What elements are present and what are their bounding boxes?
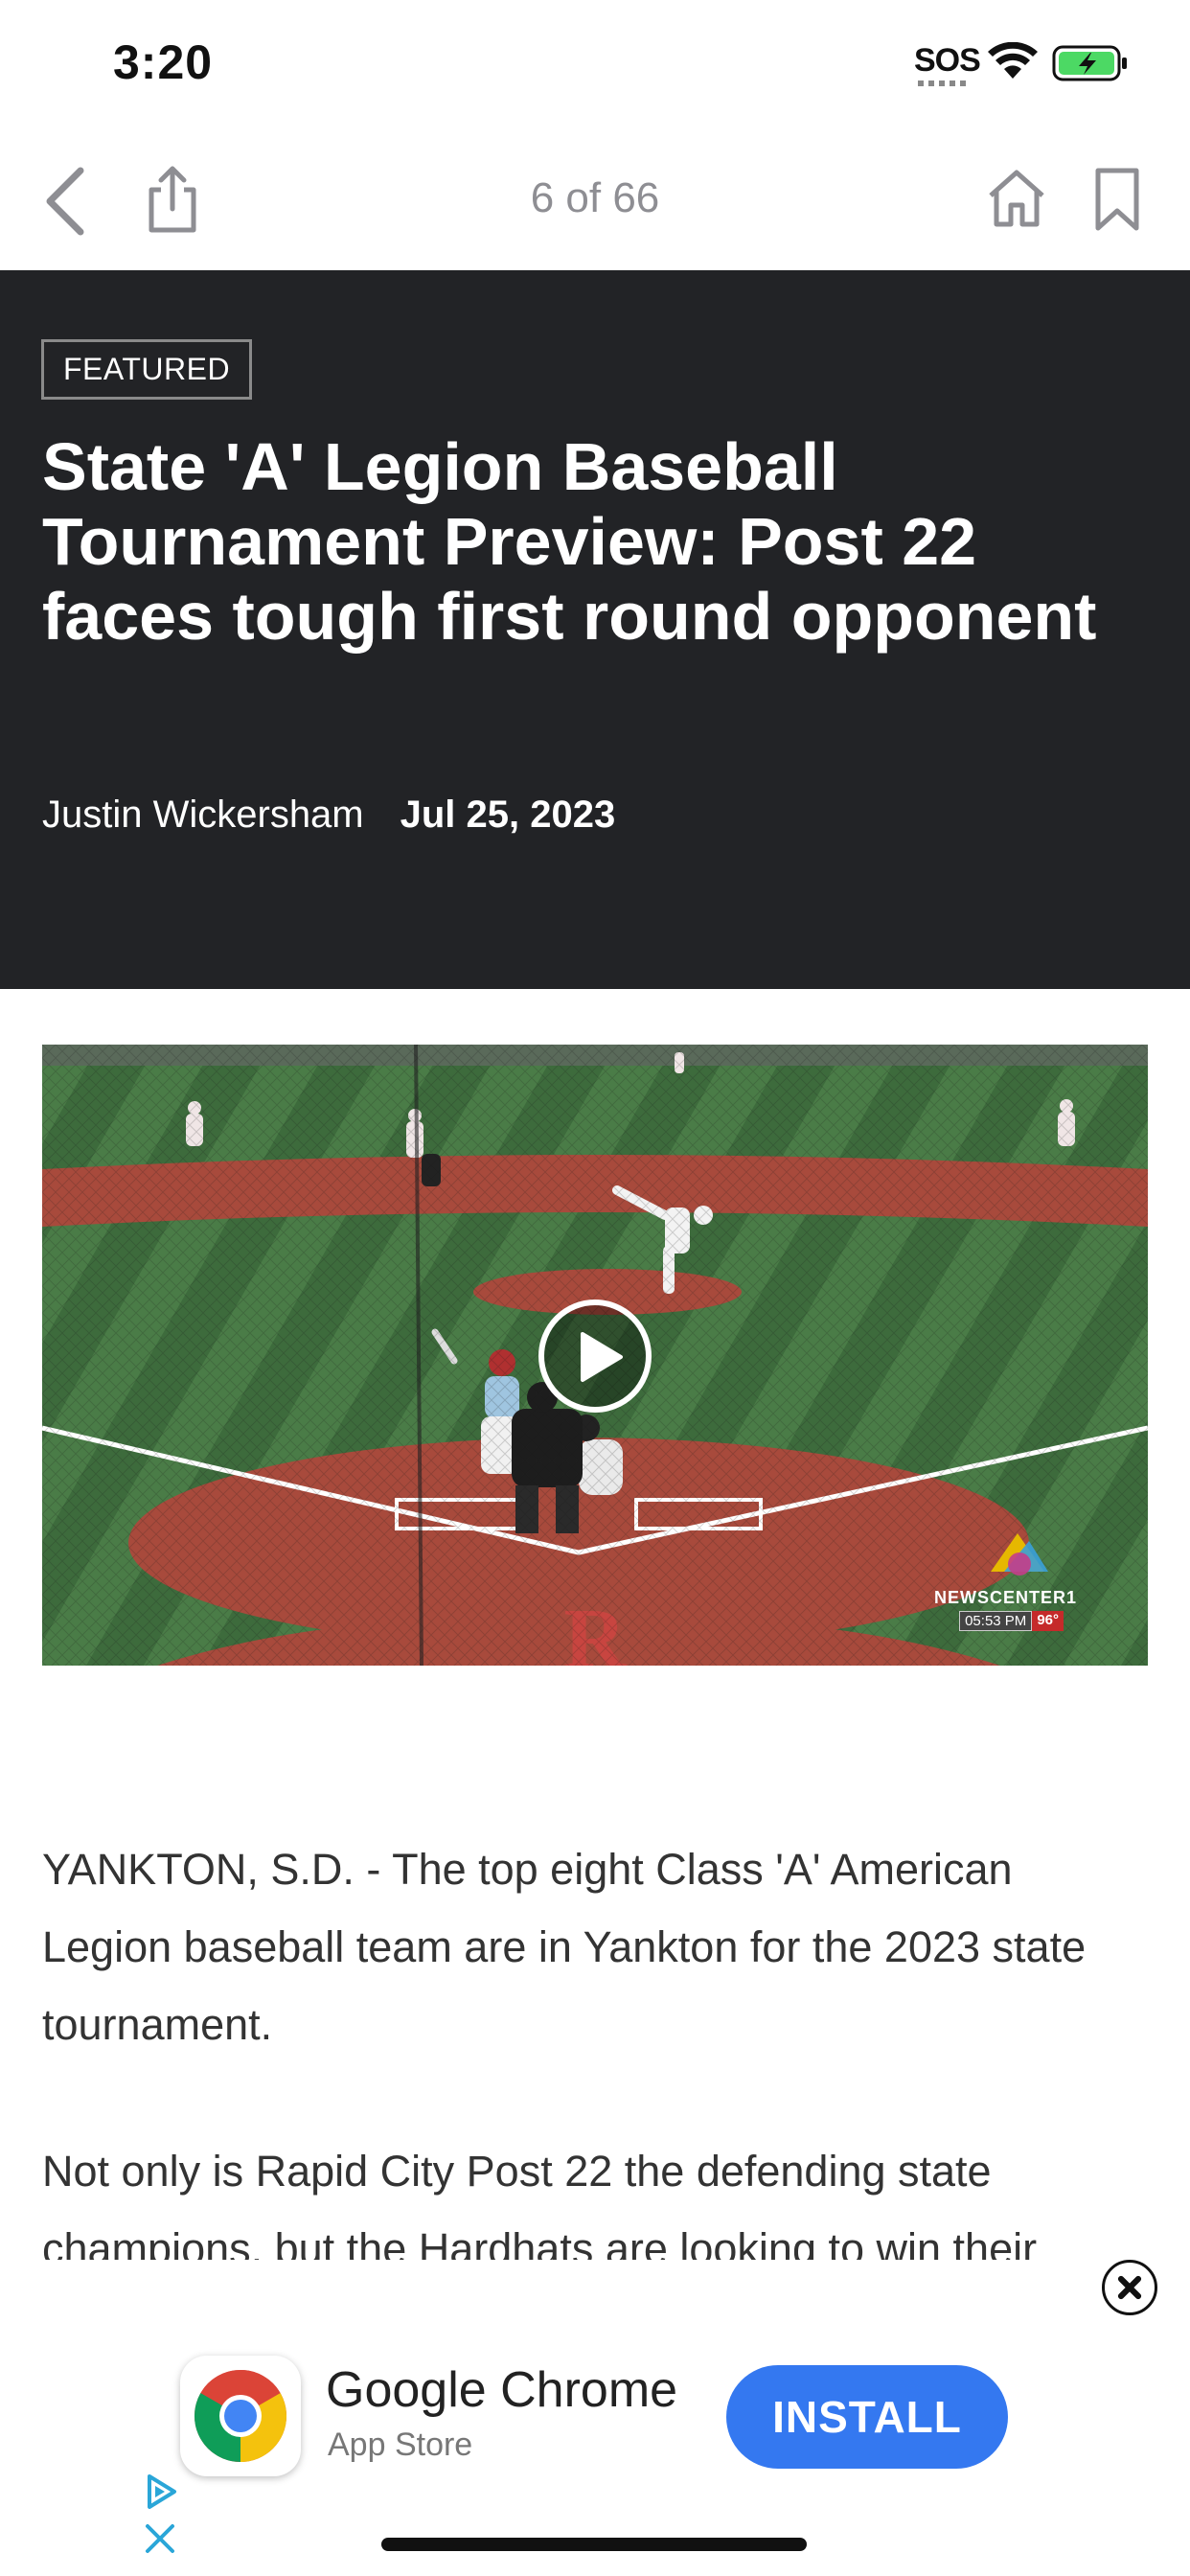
article-header: FEATURED State 'A' Legion Baseball Tourn… (0, 270, 1190, 989)
paragraph: YANKTON, S.D. - The top eight Class 'A' … (42, 1845, 1087, 2049)
adchoices-icon[interactable] (142, 2472, 180, 2559)
overlay-time: 05:53 PM (959, 1611, 1033, 1631)
chrome-app-icon[interactable] (180, 2356, 301, 2476)
home-indicator[interactable] (381, 2538, 807, 2551)
battery-charging-icon (1052, 45, 1127, 81)
ad-banner[interactable]: Google Chrome App Store INSTALL (0, 2260, 1190, 2576)
overlay-temperature: 96° (1032, 1611, 1064, 1631)
chrome-logo-icon (194, 2369, 287, 2462)
article-toolbar: 6 of 66 (0, 134, 1190, 270)
home-icon[interactable] (985, 167, 1048, 230)
featured-badge[interactable]: FEATURED (41, 339, 253, 400)
bookmark-icon[interactable] (1092, 167, 1142, 234)
publish-date: Jul 25, 2023 (400, 794, 616, 836)
sos-indicator: SOS (914, 42, 981, 79)
wifi-icon (988, 42, 1038, 79)
article-body: YANKTON, S.D. - The top eight Class 'A' … (42, 1830, 1144, 2260)
author-name[interactable]: Justin Wickersham (42, 794, 364, 836)
article-headline: State 'A' Legion Baseball Tournament Pre… (42, 429, 1097, 654)
ad-store-name: App Store (328, 2426, 473, 2463)
install-button[interactable]: INSTALL (726, 2365, 1008, 2469)
signal-dots (918, 80, 966, 86)
ad-app-name[interactable]: Google Chrome (326, 2361, 677, 2419)
station-logo: NEWSCENTER1 (933, 1588, 1077, 1607)
video-player[interactable]: R (42, 1045, 1148, 1666)
status-time: 3:20 (113, 35, 214, 89)
video-overlay-info: 05:53 PM 96° (959, 1611, 1064, 1631)
play-icon (581, 1332, 623, 1382)
status-bar: 3:20 SOS (0, 0, 1190, 134)
byline: Justin Wickersham Jul 25, 2023 (42, 794, 615, 837)
ad-close-icon[interactable] (1102, 2260, 1157, 2315)
paragraph: Not only is Rapid City Post 22 the defen… (42, 2147, 1038, 2260)
play-button[interactable] (538, 1300, 652, 1413)
